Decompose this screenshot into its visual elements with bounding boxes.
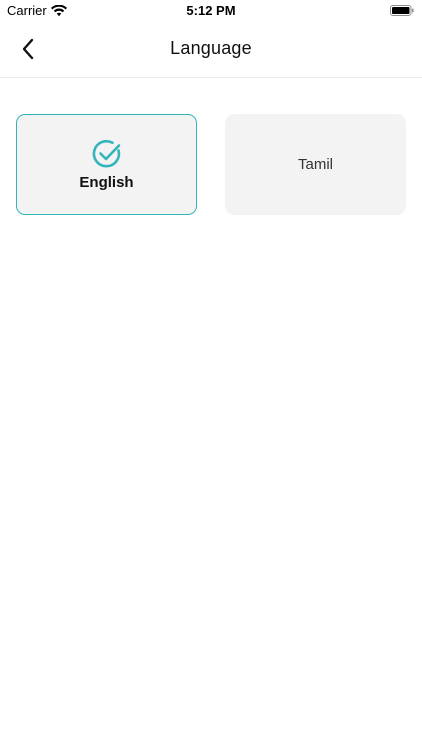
language-label: English	[79, 174, 134, 191]
page-title: Language	[170, 38, 252, 58]
language-label: Tamil	[297, 156, 333, 173]
check-circle-icon	[92, 139, 120, 168]
status-time: 5:12 PM	[186, 3, 236, 18]
battery-icon	[390, 5, 414, 16]
status-bar: Carrier 5:12 PM	[0, 0, 422, 22]
language-options: English Tamil	[16, 114, 406, 215]
navigation-bar: Language	[0, 22, 422, 78]
language-option-tamil[interactable]: Tamil	[225, 114, 406, 215]
language-option-english[interactable]: English	[16, 114, 197, 215]
